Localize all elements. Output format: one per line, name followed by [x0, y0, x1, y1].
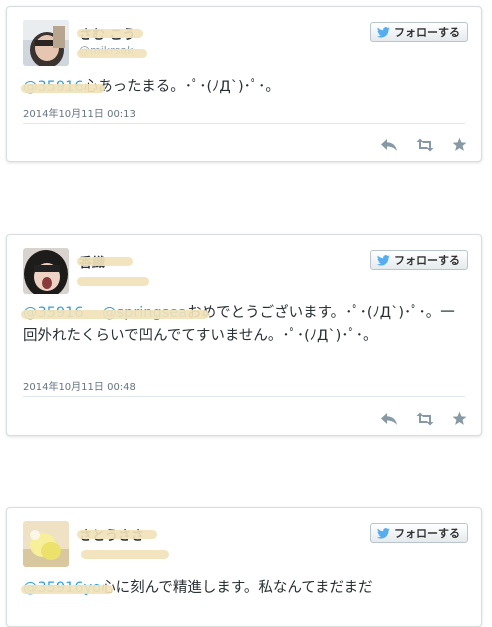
- redaction-mark: [77, 49, 147, 58]
- tweet-card: 香織 フォローする @35916 @springseaおめでとうございます。･ﾟ…: [6, 234, 482, 436]
- redaction-mark: [21, 84, 105, 93]
- twitter-bird-icon: [377, 527, 390, 539]
- avatar[interactable]: [23, 521, 69, 567]
- avatar[interactable]: [23, 20, 69, 66]
- twitter-bird-icon: [377, 254, 390, 266]
- redaction-mark: [77, 29, 143, 38]
- retweet-icon[interactable]: [415, 412, 435, 426]
- redaction-mark: [77, 257, 133, 266]
- redaction-mark: [77, 277, 149, 286]
- redaction-mark: [81, 550, 169, 559]
- tweet-actions: [380, 137, 467, 152]
- tweet-body: 心あったまる。･ﾟ･(ﾉД`)･ﾟ･。: [83, 79, 280, 95]
- follow-label: フォローする: [394, 527, 460, 540]
- tweet-card: さむ こう @mikrsak フォローする @35916心あったまる。･ﾟ･(ﾉ…: [6, 6, 482, 162]
- follow-button[interactable]: フォローする: [370, 22, 468, 42]
- follow-button[interactable]: フォローする: [370, 250, 468, 270]
- reply-icon[interactable]: [380, 412, 398, 426]
- tweet-actions: [380, 411, 467, 426]
- timestamp[interactable]: 2014年10月11日 00:13: [23, 105, 136, 120]
- redaction-mark: [77, 530, 157, 539]
- divider: [23, 123, 465, 124]
- timestamp[interactable]: 2014年10月11日 00:48: [23, 378, 136, 393]
- follow-button[interactable]: フォローする: [370, 523, 468, 543]
- twitter-bird-icon: [377, 26, 390, 38]
- redaction-mark: [21, 310, 209, 319]
- favorite-icon[interactable]: [452, 411, 467, 426]
- follow-label: フォローする: [394, 254, 460, 267]
- reply-icon[interactable]: [380, 138, 398, 152]
- favorite-icon[interactable]: [452, 137, 467, 152]
- retweet-icon[interactable]: [415, 138, 435, 152]
- divider: [23, 396, 465, 397]
- tweet-body: 心に刻んで精進します。私なんてまだまだ: [101, 580, 373, 596]
- tweet-text: @35916 @springseaおめでとうございます。･ﾟ･(ﾉД`)･ﾟ･。…: [23, 302, 465, 348]
- tweet-card: さとうささ フォローする @35916yo心に刻んで精進します。私なんてまだまだ: [6, 507, 482, 627]
- redaction-mark: [21, 585, 113, 594]
- follow-label: フォローする: [394, 26, 460, 39]
- avatar[interactable]: [23, 248, 69, 294]
